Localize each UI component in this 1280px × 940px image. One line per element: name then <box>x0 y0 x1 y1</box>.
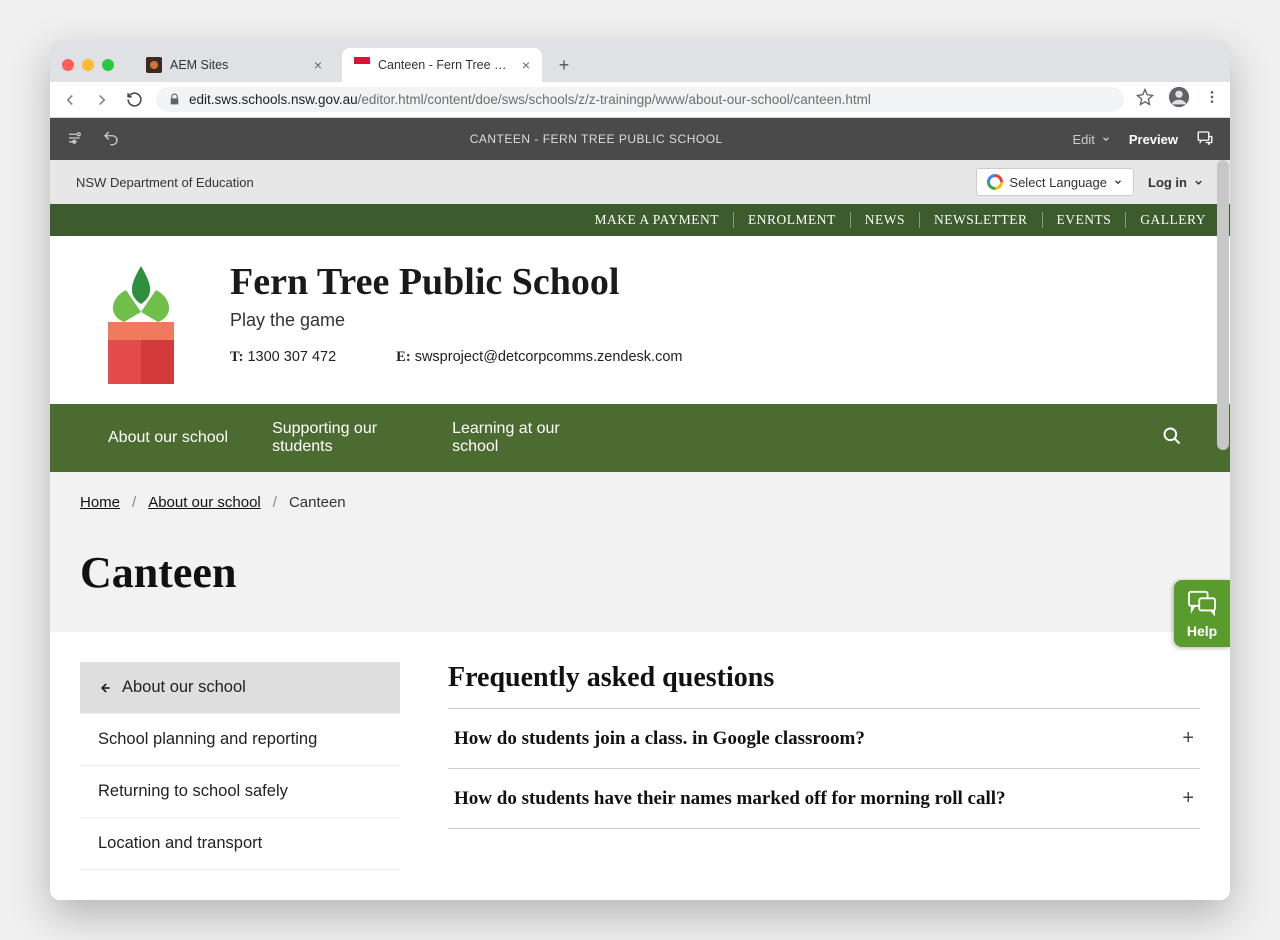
side-panel-toggle-icon[interactable] <box>66 129 84 150</box>
chat-icon <box>1187 590 1217 616</box>
browser-address-bar: edit.sws.schools.nsw.gov.au/editor.html/… <box>50 82 1230 118</box>
browser-tab[interactable]: Canteen - Fern Tree Public Sch × <box>342 48 542 82</box>
side-nav-item[interactable]: Location and transport <box>80 818 400 870</box>
util-nav-item[interactable]: MAKE A PAYMENT <box>580 212 734 228</box>
util-nav-item[interactable]: NEWS <box>851 212 920 228</box>
tab-close-icon[interactable]: × <box>314 57 322 73</box>
nav-reload-button[interactable] <box>124 90 144 110</box>
preview-button[interactable]: Preview <box>1129 132 1178 147</box>
expand-icon: + <box>1182 787 1194 810</box>
nav-search-button[interactable] <box>1150 426 1194 451</box>
breadcrumb: Home / About our school / Canteen <box>80 494 1200 511</box>
util-nav-item[interactable]: NEWSLETTER <box>920 212 1042 228</box>
side-nav-item[interactable]: School planning and reporting <box>80 714 400 766</box>
school-phone: T: 1300 307 472 <box>230 349 336 366</box>
util-nav-item[interactable]: ENROLMENT <box>734 212 851 228</box>
language-select[interactable]: Select Language <box>976 168 1134 196</box>
undo-icon[interactable] <box>102 129 120 150</box>
tab-close-icon[interactable]: × <box>522 57 530 73</box>
search-icon <box>1162 426 1182 446</box>
chevron-down-icon <box>1113 177 1123 187</box>
breadcrumb-link[interactable]: About our school <box>148 494 261 511</box>
window-close-button[interactable] <box>62 59 74 71</box>
faq-heading: Frequently asked questions <box>448 662 1200 694</box>
main-nav-item[interactable]: Learning at our school <box>430 404 610 472</box>
window-controls <box>62 59 114 71</box>
side-nav-item[interactable]: Returning to school safely <box>80 766 400 818</box>
main-content: Frequently asked questions How do studen… <box>448 662 1200 870</box>
main-nav: About our school Supporting our students… <box>50 404 1230 472</box>
faq-item[interactable]: How do students join a class. in Google … <box>448 708 1200 768</box>
school-logo <box>86 260 196 380</box>
breadcrumb-link[interactable]: Home <box>80 494 120 511</box>
side-nav: About our school School planning and rep… <box>80 662 400 870</box>
school-tagline: Play the game <box>230 310 682 331</box>
expand-icon: + <box>1182 727 1194 750</box>
util-nav-item[interactable]: GALLERY <box>1126 212 1206 228</box>
window-minimize-button[interactable] <box>82 59 94 71</box>
window-maximize-button[interactable] <box>102 59 114 71</box>
editor-mode-dropdown[interactable]: Edit <box>1072 132 1110 147</box>
editor-page-title: CANTEEN - FERN TREE PUBLIC SCHOOL <box>120 132 1072 146</box>
tab-favicon <box>146 57 162 73</box>
url-text: edit.sws.schools.nsw.gov.au/editor.html/… <box>189 92 871 107</box>
school-email: E: swsproject@detcorpcomms.zendesk.com <box>396 349 682 366</box>
content-scrollbar[interactable] <box>1217 160 1229 900</box>
page-header-strip: Home / About our school / Canteen Cantee… <box>50 472 1230 632</box>
lock-icon <box>168 93 181 106</box>
bookmark-star-icon[interactable] <box>1136 88 1154 111</box>
side-nav-back[interactable]: About our school <box>80 662 400 714</box>
faq-question: How do students join a class. in Google … <box>454 728 865 750</box>
faq-question: How do students have their names marked … <box>454 788 1006 810</box>
nav-forward-button[interactable] <box>92 90 112 110</box>
browser-tab-strip: AEM Sites × Canteen - Fern Tree Public S… <box>50 40 1230 82</box>
breadcrumb-current: Canteen <box>289 494 346 511</box>
aem-editor-bar: CANTEEN - FERN TREE PUBLIC SCHOOL Edit P… <box>50 118 1230 160</box>
annotate-icon[interactable] <box>1196 129 1214 150</box>
department-bar: NSW Department of Education Select Langu… <box>50 160 1230 204</box>
school-name: Fern Tree Public School <box>230 260 682 304</box>
tab-title: Canteen - Fern Tree Public Sch <box>378 58 514 72</box>
breadcrumb-separator: / <box>132 494 136 511</box>
browser-menu-icon[interactable] <box>1204 89 1220 110</box>
page-title: Canteen <box>80 547 1200 598</box>
util-nav-item[interactable]: EVENTS <box>1043 212 1127 228</box>
url-field[interactable]: edit.sws.schools.nsw.gov.au/editor.html/… <box>156 87 1124 112</box>
department-name: NSW Department of Education <box>76 175 254 190</box>
main-nav-item[interactable]: About our school <box>86 413 250 463</box>
tab-favicon <box>354 57 370 73</box>
login-link[interactable]: Log in <box>1148 175 1204 190</box>
profile-avatar-icon[interactable] <box>1168 86 1190 113</box>
school-header: Fern Tree Public School Play the game T:… <box>50 236 1230 404</box>
new-tab-button[interactable]: + <box>550 55 578 76</box>
nav-back-button[interactable] <box>60 90 80 110</box>
arrow-left-icon <box>98 681 112 695</box>
google-translate-icon <box>987 174 1003 190</box>
breadcrumb-separator: / <box>273 494 277 511</box>
main-nav-item[interactable]: Supporting our students <box>250 404 430 472</box>
browser-tab[interactable]: AEM Sites × <box>134 48 334 82</box>
tab-title: AEM Sites <box>170 58 306 72</box>
faq-item[interactable]: How do students have their names marked … <box>448 768 1200 829</box>
chevron-down-icon <box>1193 177 1204 188</box>
utility-nav: MAKE A PAYMENT ENROLMENT NEWS NEWSLETTER… <box>50 204 1230 236</box>
